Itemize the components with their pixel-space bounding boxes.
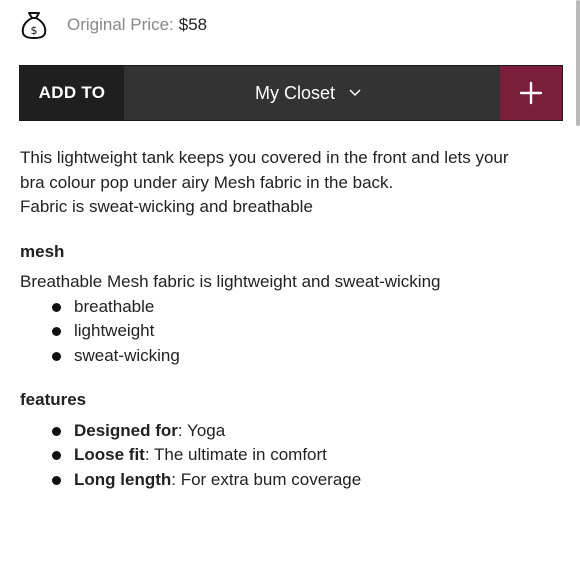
- closet-dropdown-value: My Closet: [254, 82, 335, 103]
- add-to-closet-button[interactable]: [500, 66, 562, 120]
- bullet-icon: [52, 302, 61, 312]
- mesh-section-title: mesh: [20, 241, 65, 261]
- feature-value: : Yoga: [177, 420, 226, 440]
- original-price-row: $ Original Price: $58: [20, 8, 207, 42]
- add-to-label: ADD TO: [20, 66, 124, 120]
- original-price-label: Original Price:: [67, 15, 174, 34]
- bullet-icon: [52, 426, 61, 436]
- feature-key: Long length: [74, 469, 172, 489]
- description-line: bra colour pop under airy Mesh fabric in…: [20, 172, 394, 192]
- list-item: Long length: For extra bum coverage: [20, 468, 568, 493]
- original-price-value: $58: [178, 15, 208, 34]
- mesh-intro: Breathable Mesh fabric is lightweight an…: [20, 272, 441, 291]
- list-item: sweat-wicking: [20, 344, 568, 369]
- bullet-icon: [52, 327, 61, 336]
- svg-text:$: $: [31, 24, 38, 37]
- list-item-text: breathable: [74, 296, 155, 316]
- feature-key: Loose fit: [74, 445, 145, 464]
- list-item-text: sweat-wicking: [74, 345, 180, 365]
- closet-dropdown[interactable]: My Closet: [124, 66, 500, 120]
- bullet-icon: [52, 351, 61, 361]
- bullet-icon: [52, 451, 61, 460]
- list-item-text: lightweight: [74, 321, 155, 340]
- feature-key: Designed for: [74, 420, 178, 440]
- feature-value: : For extra bum coverage: [171, 469, 362, 489]
- list-item: Loose fit: The ultimate in comfort: [20, 443, 568, 468]
- list-item: breathable: [20, 295, 568, 320]
- description-line: Fabric is sweat-wicking and breathable: [20, 197, 313, 216]
- features-bullet-list: Designed for: Yoga Loose fit: The ultima…: [20, 419, 568, 493]
- chevron-down-icon: [349, 89, 361, 97]
- bullet-icon: [52, 475, 61, 485]
- list-item: lightweight: [20, 319, 568, 344]
- features-section-title: features: [20, 390, 87, 409]
- list-item: Designed for: Yoga: [20, 419, 568, 444]
- product-description: This lightweight tank keeps you covered …: [20, 146, 568, 492]
- description-line: This lightweight tank keeps you covered …: [20, 148, 509, 167]
- scrollbar-thumb[interactable]: [576, 0, 580, 126]
- feature-value: : The ultimate in comfort: [144, 445, 327, 464]
- plus-icon: [519, 81, 543, 105]
- mesh-bullet-list: breathable lightweight sweat-wicking: [20, 295, 568, 369]
- add-to-closet-bar: ADD TO My Closet: [19, 65, 563, 121]
- money-bag-icon: $: [21, 12, 47, 39]
